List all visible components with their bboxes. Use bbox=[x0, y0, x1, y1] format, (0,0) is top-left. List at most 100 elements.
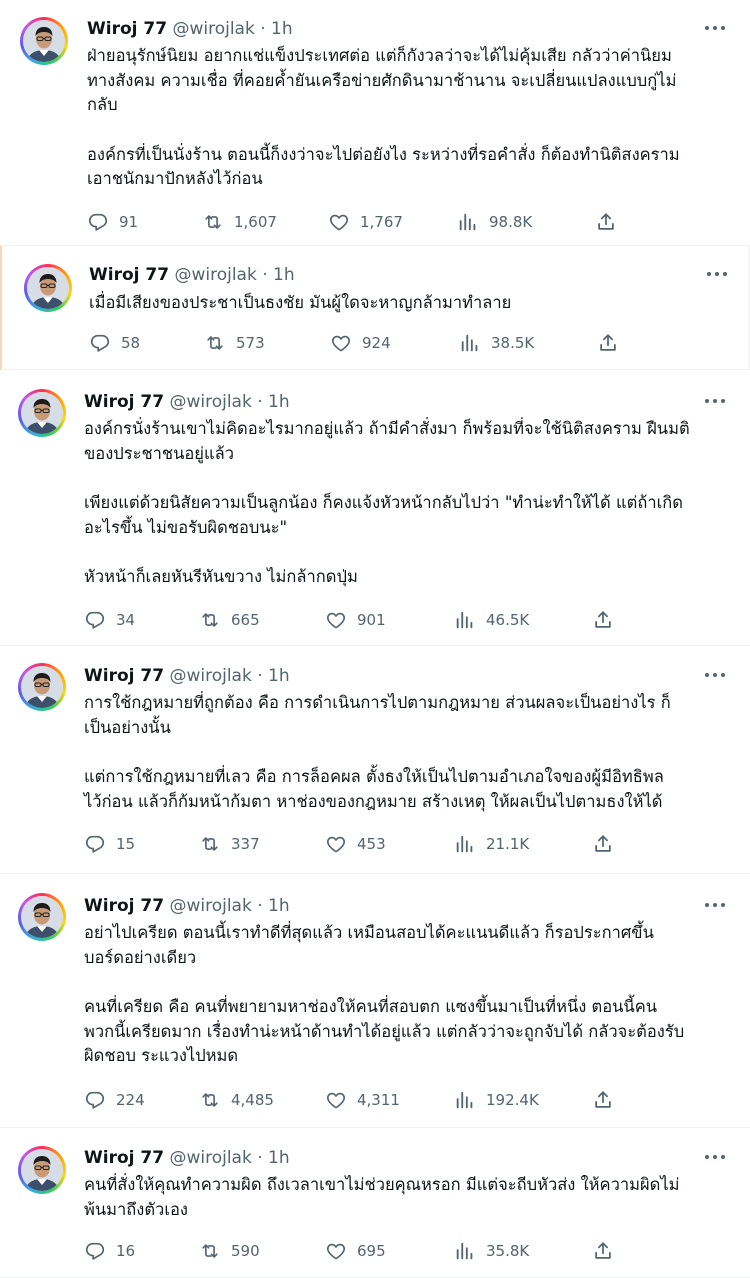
user-handle[interactable]: @wirojlak bbox=[169, 666, 251, 686]
reply-count: 224 bbox=[116, 1091, 145, 1109]
reply-button[interactable]: 91 bbox=[87, 210, 138, 234]
tweet-paragraph: คนที่สั่งให้คุณทำความผิด ถึงเวลาเขาไม่ช่… bbox=[84, 1175, 680, 1219]
timestamp[interactable]: 1h bbox=[268, 1148, 290, 1168]
reply-button[interactable]: 16 bbox=[84, 1239, 135, 1263]
reply-icon bbox=[85, 835, 105, 853]
timestamp[interactable]: 1h bbox=[268, 392, 290, 412]
like-button[interactable]: 924 bbox=[330, 331, 391, 355]
like-button[interactable]: 4,311 bbox=[325, 1088, 400, 1112]
views-button[interactable]: 21.1K bbox=[454, 832, 529, 856]
reply-button[interactable]: 15 bbox=[84, 832, 135, 856]
views-button[interactable]: 46.5K bbox=[454, 608, 529, 632]
views-button[interactable]: 192.4K bbox=[454, 1088, 539, 1112]
retweet-button[interactable]: 1,607 bbox=[202, 210, 277, 234]
views-count: 38.5K bbox=[491, 334, 535, 352]
retweet-button[interactable]: 590 bbox=[199, 1239, 260, 1263]
views-icon bbox=[459, 213, 476, 231]
views-icon bbox=[456, 835, 473, 853]
share-icon bbox=[595, 1242, 611, 1259]
timestamp[interactable]: 1h bbox=[271, 19, 293, 39]
user-handle[interactable]: @wirojlak bbox=[172, 19, 254, 39]
tweet-paragraph: องค์กรนั่งร้านเขาไม่คิดอะไรมากอยู่แล้ว ถ… bbox=[84, 419, 690, 463]
timestamp[interactable]: 1h bbox=[273, 265, 295, 285]
tweet[interactable]: Wiroj 77 @wirojlak · 1h การใช้กฎหมายที่ถู… bbox=[0, 646, 750, 874]
like-count: 924 bbox=[362, 334, 391, 352]
more-icon[interactable] bbox=[705, 665, 727, 685]
display-name[interactable]: Wiroj 77 bbox=[84, 1148, 164, 1168]
avatar[interactable] bbox=[20, 17, 68, 65]
share-button[interactable] bbox=[592, 832, 614, 856]
reply-icon bbox=[85, 1091, 105, 1109]
views-button[interactable]: 35.8K bbox=[454, 1239, 529, 1263]
more-icon[interactable] bbox=[705, 18, 727, 38]
separator-dot: · bbox=[251, 392, 269, 412]
tweet-paragraph: อย่าไปเครียด ตอนนี้เราทำดีที่สุดแล้ว เหม… bbox=[84, 923, 654, 967]
like-button[interactable]: 695 bbox=[325, 1239, 386, 1263]
share-icon bbox=[595, 1091, 611, 1108]
tweet[interactable]: Wiroj 77 @wirojlak · 1h คนที่สั่งให้คุณทำ… bbox=[0, 1128, 750, 1278]
tweet[interactable]: Wiroj 77 @wirojlak · 1h ฝ่ายอนุรักษ์นิยม … bbox=[0, 0, 750, 246]
share-button[interactable] bbox=[592, 608, 614, 632]
retweet-count: 590 bbox=[231, 1242, 260, 1260]
more-icon[interactable] bbox=[705, 1147, 727, 1167]
retweet-button[interactable]: 665 bbox=[199, 608, 260, 632]
display-name[interactable]: Wiroj 77 bbox=[87, 19, 167, 39]
separator-dot: · bbox=[251, 666, 269, 686]
tweet[interactable]: Wiroj 77 @wirojlak · 1h อย่าไปเครียด ตอนน… bbox=[0, 874, 750, 1128]
display-name[interactable]: Wiroj 77 bbox=[84, 896, 164, 916]
retweet-icon bbox=[202, 1093, 218, 1107]
more-icon[interactable] bbox=[707, 264, 729, 284]
display-name[interactable]: Wiroj 77 bbox=[89, 265, 169, 285]
tweet-text: คนที่สั่งให้คุณทำความผิด ถึงเวลาเขาไม่ช่… bbox=[84, 1173, 680, 1222]
tweet-text: อย่าไปเครียด ตอนนี้เราทำดีที่สุดแล้ว เหม… bbox=[84, 921, 684, 1069]
user-handle[interactable]: @wirojlak bbox=[169, 1148, 251, 1168]
display-name[interactable]: Wiroj 77 bbox=[84, 392, 164, 412]
timestamp[interactable]: 1h bbox=[268, 666, 290, 686]
tweet-text: เมื่อมีเสียงของประชาเป็นธงชัย มันผู้ใดจะ… bbox=[89, 291, 511, 316]
views-count: 46.5K bbox=[486, 611, 530, 629]
user-handle[interactable]: @wirojlak bbox=[174, 265, 256, 285]
avatar[interactable] bbox=[18, 389, 66, 437]
like-count: 4,311 bbox=[357, 1091, 400, 1109]
user-handle[interactable]: @wirojlak bbox=[169, 896, 251, 916]
views-count: 21.1K bbox=[486, 835, 530, 853]
avatar[interactable] bbox=[18, 1146, 66, 1194]
retweet-button[interactable]: 337 bbox=[199, 832, 260, 856]
tweet[interactable]: Wiroj 77 @wirojlak · 1h เมื่อมีเสียงของปร… bbox=[0, 246, 750, 370]
reply-button[interactable]: 34 bbox=[84, 608, 135, 632]
avatar[interactable] bbox=[24, 264, 72, 312]
like-button[interactable]: 453 bbox=[325, 832, 386, 856]
tweet-text: การใช้กฎหมายที่ถูกต้อง คือ การดำเนินการไ… bbox=[84, 691, 671, 814]
like-button[interactable]: 901 bbox=[325, 608, 386, 632]
reply-icon bbox=[85, 1242, 105, 1260]
views-icon bbox=[456, 611, 473, 629]
avatar[interactable] bbox=[18, 893, 66, 941]
retweet-button[interactable]: 4,485 bbox=[199, 1088, 274, 1112]
share-button[interactable] bbox=[592, 1239, 614, 1263]
retweet-icon bbox=[202, 837, 218, 851]
like-button[interactable]: 1,767 bbox=[328, 210, 403, 234]
tweet[interactable]: Wiroj 77 @wirojlak · 1h องค์กรนั่งร้านเขา… bbox=[0, 370, 750, 646]
tweet-paragraph: เพียงแต่ด้วยนิสัยความเป็นลูกน้อง ก็คงแจ้… bbox=[84, 493, 683, 537]
user-handle[interactable]: @wirojlak bbox=[169, 392, 251, 412]
retweet-button[interactable]: 573 bbox=[204, 331, 265, 355]
timestamp[interactable]: 1h bbox=[268, 896, 290, 916]
share-icon bbox=[598, 213, 614, 230]
tweet-paragraph: ฝ่ายอนุรักษ์นิยม อยากแช่แข็งประเทศต่อ แต… bbox=[87, 46, 677, 114]
avatar[interactable] bbox=[18, 663, 66, 711]
retweet-count: 4,485 bbox=[231, 1091, 274, 1109]
more-icon[interactable] bbox=[705, 895, 727, 915]
share-button[interactable] bbox=[592, 1088, 614, 1112]
like-icon bbox=[326, 1092, 346, 1109]
separator-dot: · bbox=[254, 19, 272, 39]
views-button[interactable]: 98.8K bbox=[457, 210, 532, 234]
share-button[interactable] bbox=[597, 331, 619, 355]
more-icon[interactable] bbox=[705, 391, 727, 411]
retweet-count: 1,607 bbox=[234, 213, 277, 231]
display-name[interactable]: Wiroj 77 bbox=[84, 666, 164, 686]
share-button[interactable] bbox=[595, 210, 617, 234]
reply-button[interactable]: 58 bbox=[89, 331, 140, 355]
reply-button[interactable]: 224 bbox=[84, 1088, 145, 1112]
views-button[interactable]: 38.5K bbox=[459, 331, 534, 355]
views-count: 98.8K bbox=[489, 213, 533, 231]
